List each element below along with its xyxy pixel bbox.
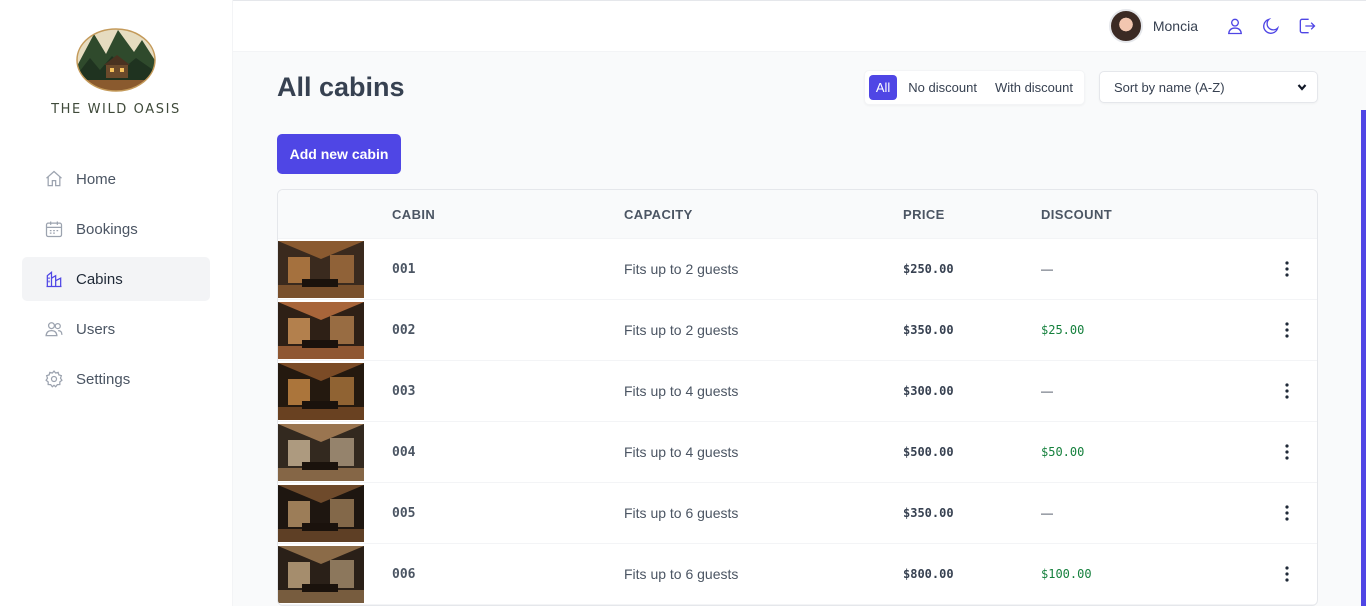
- brand-name: THE WILD OASIS: [51, 102, 181, 117]
- cabin-image: [278, 302, 364, 359]
- more-vertical-icon: [1285, 261, 1289, 277]
- dark-mode-button[interactable]: [1260, 15, 1282, 37]
- main-area: Moncia All cabins All No discount With d…: [233, 0, 1366, 606]
- table-header: CABIN CAPACITY PRICE DISCOUNT: [278, 190, 1317, 239]
- cabin-capacity: Fits up to 2 guests: [624, 322, 739, 338]
- cabin-discount: —: [1041, 262, 1053, 276]
- sidebar-item-label: Cabins: [76, 270, 123, 288]
- cabin-name: 004: [392, 444, 416, 460]
- cabin-image: [278, 363, 364, 420]
- row-menu-button[interactable]: [1257, 383, 1317, 399]
- row-menu-button[interactable]: [1257, 444, 1317, 460]
- filter-all-button[interactable]: All: [868, 74, 898, 100]
- logout-button[interactable]: [1296, 15, 1318, 37]
- more-vertical-icon: [1285, 322, 1289, 338]
- calendar-icon: [44, 219, 64, 239]
- cabin-discount: —: [1041, 506, 1053, 520]
- cabin-price: $300.00: [903, 384, 954, 398]
- discount-filter: All No discount With discount: [863, 69, 1085, 105]
- main-nav: Home Bookings Cabins Users Settings: [0, 157, 232, 401]
- table-row: 005 Fits up to 6 guests $350.00 —: [278, 483, 1317, 544]
- table-row: 006 Fits up to 6 guests $800.00 $100.00: [278, 544, 1317, 605]
- sidebar-item-label: Home: [76, 170, 117, 188]
- table-row: 004 Fits up to 4 guests $500.00 $50.00: [278, 422, 1317, 483]
- header-discount: DISCOUNT: [1041, 206, 1113, 222]
- cabin-image: [278, 424, 364, 481]
- page-content: All cabins All No discount With discount…: [233, 52, 1366, 606]
- sidebar-item-cabins[interactable]: Cabins: [22, 257, 210, 301]
- home-icon: [44, 169, 64, 189]
- users-icon: [44, 319, 64, 339]
- user-name: Moncia: [1152, 18, 1198, 34]
- table-row: 002 Fits up to 2 guests $350.00 $25.00: [278, 300, 1317, 361]
- account-button[interactable]: [1224, 15, 1246, 37]
- cabin-image: [278, 241, 364, 298]
- cabin-discount: $25.00: [1041, 323, 1085, 337]
- more-vertical-icon: [1285, 444, 1289, 460]
- sidebar-item-label: Users: [76, 320, 116, 338]
- logo-icon: [76, 28, 156, 92]
- row-menu-button[interactable]: [1257, 261, 1317, 277]
- logout-icon: [1299, 18, 1316, 34]
- more-vertical-icon: [1285, 383, 1289, 399]
- sidebar: THE WILD OASIS Home Bookings Cabins User…: [0, 0, 233, 606]
- cabin-capacity: Fits up to 4 guests: [624, 444, 739, 460]
- sidebar-item-users[interactable]: Users: [22, 307, 210, 351]
- cabin-image: [278, 485, 364, 542]
- more-vertical-icon: [1285, 505, 1289, 521]
- cabin-capacity: Fits up to 6 guests: [624, 505, 739, 521]
- cabin-name: 002: [392, 322, 416, 338]
- table-body: 001 Fits up to 2 guests $250.00 — 002 Fits up…: [278, 239, 1317, 605]
- row-menu-button[interactable]: [1257, 505, 1317, 521]
- user-info: Moncia: [1108, 9, 1198, 43]
- cabins-table: CABIN CAPACITY PRICE DISCOUNT 001 Fits up…: [277, 189, 1318, 606]
- cabin-price: $250.00: [903, 262, 954, 276]
- cabin-price: $350.00: [903, 323, 954, 337]
- header-cabin: CABIN: [392, 206, 436, 222]
- sort-select[interactable]: Sort by name (A-Z): [1099, 71, 1318, 103]
- cabin-capacity: Fits up to 6 guests: [624, 566, 739, 582]
- table-row: 003 Fits up to 4 guests $300.00 —: [278, 361, 1317, 422]
- page-title: All cabins: [277, 71, 405, 102]
- cabin-discount: $50.00: [1041, 445, 1085, 459]
- logo: THE WILD OASIS: [0, 28, 232, 117]
- cabin-name: 006: [392, 566, 416, 582]
- sidebar-item-home[interactable]: Home: [22, 157, 210, 201]
- table-operations: All No discount With discount Sort by na…: [863, 69, 1318, 105]
- sidebar-item-label: Settings: [76, 370, 131, 388]
- table-row: 001 Fits up to 2 guests $250.00 —: [278, 239, 1317, 300]
- sort-selected-value: Sort by name (A-Z): [1114, 79, 1225, 95]
- cabin-price: $500.00: [903, 445, 954, 459]
- filter-with-discount-button[interactable]: With discount: [988, 75, 1080, 100]
- cabin-name: 005: [392, 505, 416, 521]
- sidebar-item-label: Bookings: [76, 220, 138, 238]
- cabin-name: 003: [392, 383, 416, 399]
- row-menu-button[interactable]: [1257, 566, 1317, 582]
- account-icon: [1228, 18, 1242, 35]
- cabin-discount: —: [1041, 384, 1053, 398]
- cabin-price: $350.00: [903, 506, 954, 520]
- sidebar-item-bookings[interactable]: Bookings: [22, 207, 210, 251]
- header-price: PRICE: [903, 206, 945, 222]
- cabin-capacity: Fits up to 2 guests: [624, 261, 739, 277]
- cabins-icon: [44, 269, 64, 289]
- scrollbar[interactable]: [1361, 110, 1366, 606]
- cabin-discount: $100.00: [1041, 567, 1092, 581]
- more-vertical-icon: [1285, 566, 1289, 582]
- cabin-name: 001: [392, 261, 416, 277]
- cabin-price: $800.00: [903, 567, 954, 581]
- top-header: Moncia: [233, 0, 1366, 52]
- sidebar-item-settings[interactable]: Settings: [22, 357, 210, 401]
- row-menu-button[interactable]: [1257, 322, 1317, 338]
- cabin-image: [278, 546, 364, 603]
- gear-icon: [44, 369, 64, 389]
- filter-no-discount-button[interactable]: No discount: [901, 75, 984, 100]
- cabin-capacity: Fits up to 4 guests: [624, 383, 739, 399]
- add-new-cabin-button[interactable]: Add new cabin: [277, 134, 401, 174]
- chevron-down-icon: [1297, 84, 1307, 91]
- dark-mode-icon: [1263, 17, 1280, 34]
- avatar: [1108, 9, 1143, 43]
- header-capacity: CAPACITY: [624, 206, 693, 222]
